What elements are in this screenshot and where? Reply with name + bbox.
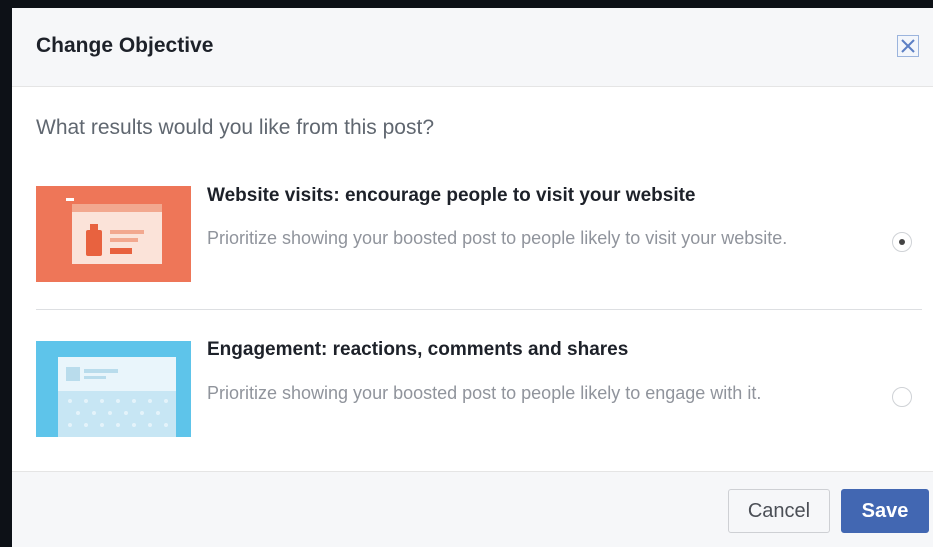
option-title: Engagement: reactions, comments and shar…	[207, 339, 629, 360]
website-visits-illustration	[36, 186, 191, 282]
option-description: Prioritize showing your boosted post to …	[207, 228, 788, 248]
change-objective-dialog: Change Objective What results would you …	[12, 8, 933, 547]
option-divider	[36, 309, 922, 310]
dialog-header: Change Objective	[12, 8, 933, 87]
engagement-radio[interactable]	[892, 387, 912, 407]
option-website-visits[interactable]: Website visits: encourage people to visi…	[12, 168, 933, 308]
option-engagement[interactable]: Engagement: reactions, comments and shar…	[12, 324, 933, 464]
save-button[interactable]: Save	[841, 489, 929, 533]
objective-question: What results would you like from this po…	[36, 116, 434, 139]
radio-selected-dot	[899, 239, 905, 245]
engagement-illustration	[36, 341, 191, 437]
close-button[interactable]	[897, 35, 919, 57]
option-title: Website visits: encourage people to visi…	[207, 185, 696, 206]
website-visits-radio[interactable]	[892, 232, 912, 252]
option-description: Prioritize showing your boosted post to …	[207, 383, 762, 403]
dialog-title: Change Objective	[36, 34, 214, 57]
cancel-button[interactable]: Cancel	[728, 489, 830, 533]
close-x-icon	[901, 39, 915, 53]
dialog-footer: Cancel Save	[12, 471, 933, 547]
